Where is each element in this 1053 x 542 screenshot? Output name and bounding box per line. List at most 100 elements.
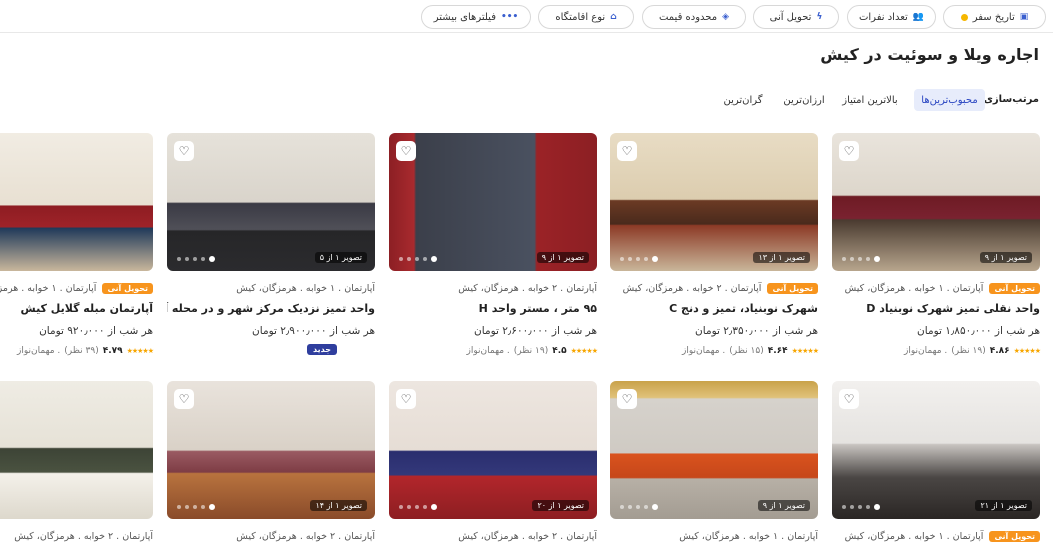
listing-card[interactable]: تحویل آنی آپارتمان . ۱ خوابه . هرمزگان، ک… (0, 133, 154, 356)
photo-counter: تصویر ۱ از ۹ (757, 500, 810, 511)
instant-badge: تحویل آنی (102, 282, 153, 294)
listing-name[interactable]: ۹۵ متر ، مستر واحد H (389, 302, 597, 315)
listing-photo[interactable] (0, 133, 153, 271)
listing-meta: آپارتمان . ۱ خوابه . هرمزگان، کیش (844, 282, 984, 294)
home-icon: ⌂ (610, 12, 617, 22)
favorite-heart-icon[interactable]: ♡ (174, 389, 194, 409)
listing-meta: آپارتمان . ۲ خوابه . هرمزگان، کیش (458, 282, 597, 294)
stars-icon: ★★★★★ (791, 347, 819, 355)
listing-card[interactable]: ♡ تصویر ۱ از ۹ آپارتمان . ۱ خوابه . هرمز… (610, 381, 818, 542)
listing-meta: آپارتمان . ۱ خوابه . هرمزگان، کیش (0, 282, 97, 294)
listing-card[interactable]: ♡ تصویر ۱ از ۹ آپارتمان . ۲ خوابه . هرمز… (389, 133, 598, 356)
listing-name[interactable]: آپارتمان مبله گلایل کیش (0, 302, 153, 315)
carousel-dots[interactable] (620, 256, 658, 262)
listing-card[interactable]: آپارتمان . ۲ خوابه . هرمزگان، کیش (0, 381, 153, 542)
sort-top-rated[interactable]: بالاترین امتیاز (835, 89, 905, 111)
photo-counter: تصویر ۱ از ۲۱ (975, 500, 1032, 511)
listing-price: هر شب از ۲٫۳۵۰٫۰۰۰ تومان (695, 325, 818, 337)
favorite-heart-icon[interactable]: ♡ (617, 389, 637, 409)
instant-badge: تحویل آنی (767, 282, 818, 294)
carousel-dots[interactable] (842, 504, 880, 510)
instant-label: تحویل آنی (769, 11, 812, 23)
carousel-dots[interactable] (177, 256, 215, 262)
instant-filter[interactable]: ϟ تحویل آنی (753, 5, 839, 29)
listing-rating: ★★★★★ ۴.۷۹ (۳۹ نظر). مهمان‌نواز (17, 346, 154, 356)
listing-photo[interactable]: ♡ تصویر ۱ از ۹ (832, 133, 1040, 271)
calendar-icon: ▣ (1019, 12, 1029, 22)
listing-name[interactable]: واحد نقلی تمیز شهرک نوبنیاد D (832, 302, 1040, 315)
instant-badge: تحویل آنی (989, 530, 1040, 542)
stars-icon: ★★★★★ (126, 347, 154, 355)
coins-icon: ◈ (722, 12, 730, 22)
instant-badge: تحویل آنی (989, 282, 1040, 294)
listing-name[interactable]: واحد تمیز نزدیک مرکز شهر و در محله آرام (167, 302, 375, 315)
listing-price: هر شب از ۹۲۰٫۰۰۰ تومان (39, 325, 153, 337)
listing-photo[interactable]: ♡ تصویر ۱ از ۱۳ (610, 133, 818, 271)
carousel-dots[interactable] (399, 504, 437, 510)
listing-card[interactable]: ♡ تصویر ۱ از ۲۱ تحویل آنی آپارتمان . ۱ خو… (832, 381, 1040, 542)
listing-price: هر شب از ۲٫۹۰۰٫۰۰۰ تومان (252, 325, 375, 337)
listing-card[interactable]: ♡ تصویر ۱ از ۱۳ تحویل آنی آپارتمان . ۲ خو… (610, 133, 819, 356)
carousel-dots[interactable] (177, 504, 215, 510)
stay-type-filter[interactable]: ⌂ نوع اقامتگاه (538, 5, 634, 29)
carousel-dots[interactable] (842, 256, 880, 262)
favorite-heart-icon[interactable]: ♡ (839, 141, 859, 161)
listing-card[interactable]: ♡ تصویر ۱ از ۵ آپارتمان . ۱ خوابه . هرمز… (167, 133, 375, 355)
listing-meta: آپارتمان . ۱ خوابه . هرمزگان، کیش (679, 530, 818, 542)
listing-photo[interactable]: ♡ تصویر ۱ از ۱۴ (167, 381, 375, 519)
listing-rating: ★★★★★ ۴.۶۴ (۱۵ نظر). مهمان‌نواز (682, 346, 819, 356)
active-dot-icon (960, 13, 968, 21)
price-range-label: محدوده قیمت (658, 11, 718, 23)
listing-photo[interactable] (0, 381, 153, 519)
sort-expensive[interactable]: گران‌ترین (716, 89, 770, 111)
listing-photo[interactable]: ♡ تصویر ۱ از ۲۱ (832, 381, 1040, 519)
more-filters-label: فیلترهای بیشتر (433, 11, 496, 23)
photo-counter: تصویر ۱ از ۵ (314, 252, 367, 263)
listing-meta: آپارتمان . ۲ خوابه . هرمزگان، کیش (14, 530, 153, 542)
listing-meta: آپارتمان . ۲ خوابه . هرمزگان، کیش (236, 530, 375, 542)
listing-meta: آپارتمان . ۱ خوابه . هرمزگان، کیش (236, 282, 375, 294)
bolt-icon: ϟ (816, 12, 823, 22)
listing-card[interactable]: ♡ تصویر ۱ از ۹ تحویل آنی آپارتمان . ۱ خوا… (832, 133, 1041, 356)
listing-meta: آپارتمان . ۲ خوابه . هرمزگان، کیش (622, 282, 762, 294)
listing-card[interactable]: ♡ تصویر ۱ از ۲۰ آپارتمان . ۲ خوابه . هرم… (389, 381, 597, 542)
favorite-heart-icon[interactable]: ♡ (396, 389, 416, 409)
filter-bar: ▣ تاریخ سفر 👥 تعداد نفرات ϟ تحویل آنی ◈ … (0, 0, 1053, 33)
photo-counter: تصویر ۱ از ۹ (536, 252, 589, 263)
listing-photo[interactable]: ♡ تصویر ۱ از ۹ (610, 381, 818, 519)
listing-meta: آپارتمان . ۲ خوابه . هرمزگان، کیش (458, 530, 597, 542)
favorite-heart-icon[interactable]: ♡ (839, 389, 859, 409)
sort-cheapest[interactable]: ارزان‌ترین (775, 89, 833, 111)
travel-date-filter[interactable]: ▣ تاریخ سفر (943, 5, 1046, 29)
listing-name[interactable]: شهرک نوبنیاد، تمیز و دنج C (610, 302, 818, 315)
listing-price: هر شب از ۱٫۸۵۰٫۰۰۰ تومان (917, 325, 1040, 337)
listing-photo[interactable]: ♡ تصویر ۱ از ۲۰ (389, 381, 597, 519)
stars-icon: ★★★★★ (1013, 347, 1041, 355)
listing-rating: ★★★★★ ۴.۵ (۱۹ نظر). مهمان‌نواز (466, 346, 598, 356)
stay-type-label: نوع اقامتگاه (555, 11, 606, 23)
guests-filter[interactable]: 👥 تعداد نفرات (847, 5, 936, 29)
listing-photo[interactable]: ♡ تصویر ۱ از ۵ (167, 133, 375, 271)
price-range-filter[interactable]: ◈ محدوده قیمت (642, 5, 746, 29)
users-icon: 👥 (912, 12, 925, 22)
listing-card[interactable]: ♡ تصویر ۱ از ۱۴ آپارتمان . ۲ خوابه . هرم… (167, 381, 375, 542)
guests-label: تعداد نفرات (858, 11, 908, 23)
favorite-heart-icon[interactable]: ♡ (396, 141, 416, 161)
listing-rating: ★★★★★ ۴.۸۶ (۱۹ نظر). مهمان‌نواز (904, 346, 1041, 356)
photo-counter: تصویر ۱ از ۹ (979, 252, 1032, 263)
carousel-dots[interactable] (399, 256, 437, 262)
sort-popular[interactable]: محبوب‌ترین‌ها (914, 89, 985, 111)
listing-meta: آپارتمان . ۱ خوابه . هرمزگان، کیش (844, 530, 984, 542)
listing-photo[interactable]: ♡ تصویر ۱ از ۹ (389, 133, 597, 271)
more-icon: ••• (500, 12, 519, 22)
photo-counter: تصویر ۱ از ۲۰ (532, 500, 589, 511)
listing-price: هر شب از ۲٫۶۰۰٫۰۰۰ تومان (474, 325, 597, 337)
sort-label: مرتب‌سازی: (979, 94, 1039, 105)
carousel-dots[interactable] (620, 504, 658, 510)
favorite-heart-icon[interactable]: ♡ (174, 141, 194, 161)
photo-counter: تصویر ۱ از ۱۴ (310, 500, 367, 511)
more-filters-button[interactable]: ••• فیلترهای بیشتر (421, 5, 531, 29)
favorite-heart-icon[interactable]: ♡ (617, 141, 637, 161)
travel-date-label: تاریخ سفر (972, 11, 1015, 23)
page-title: اجاره ویلا و سوئیت در کیش (820, 45, 1039, 64)
